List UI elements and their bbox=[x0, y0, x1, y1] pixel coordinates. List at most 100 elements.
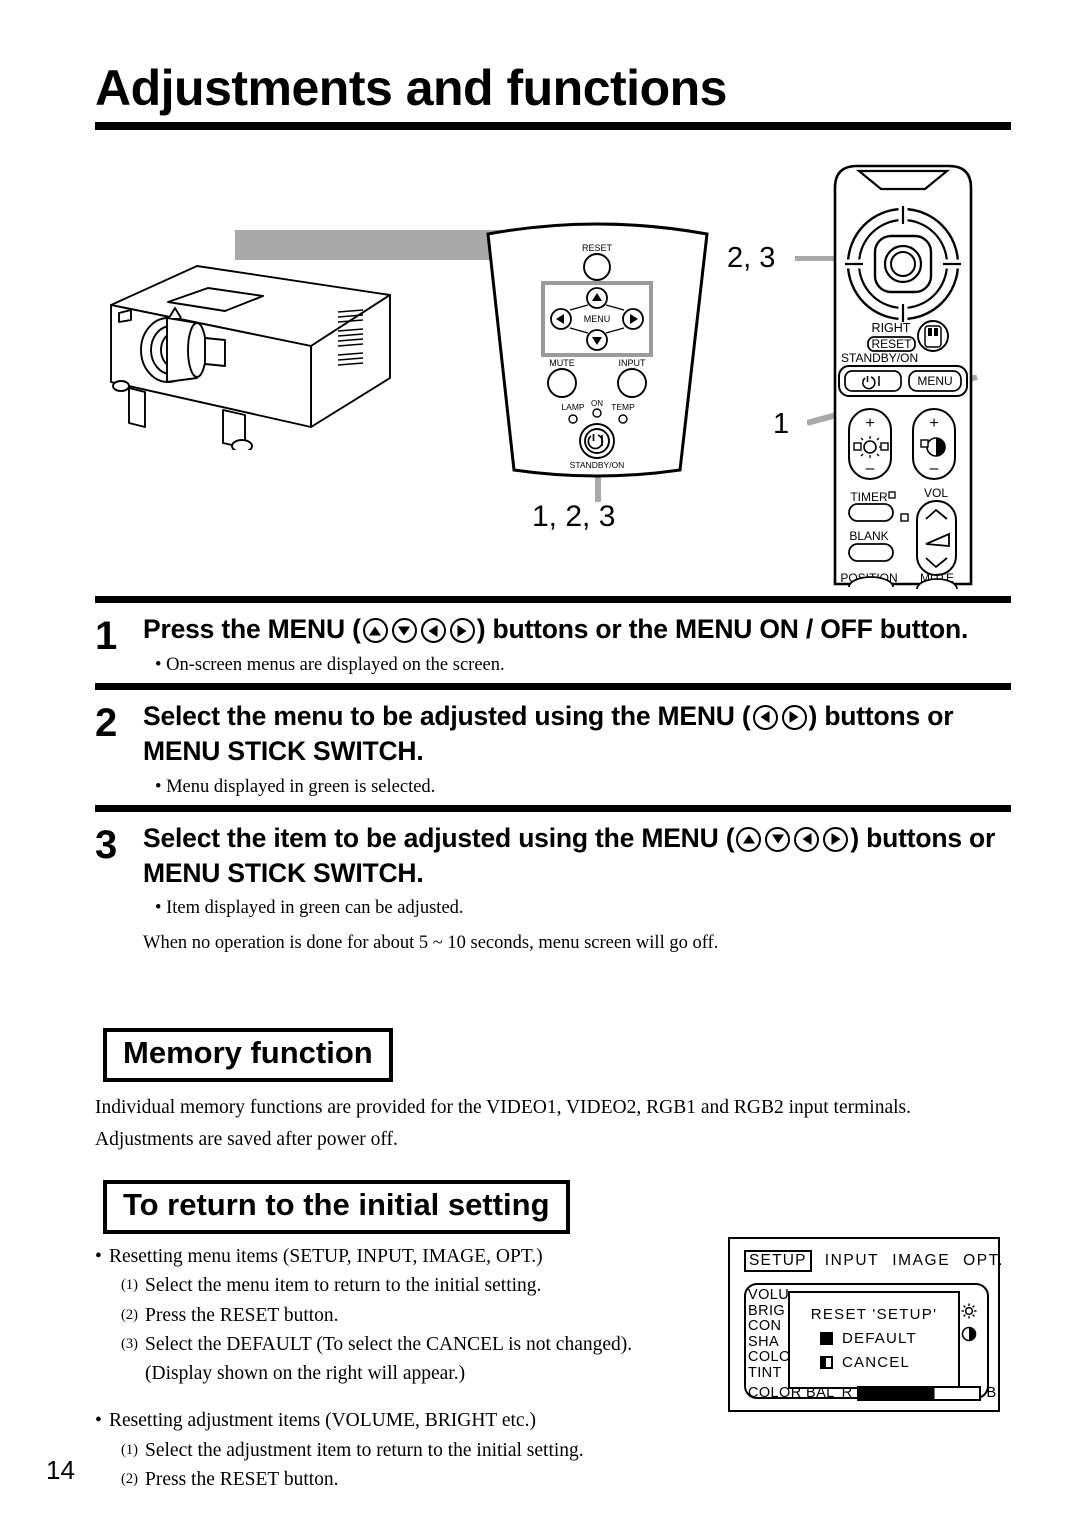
reset-adjustment-items-text: Resetting adjustment items (VOLUME, BRIG… bbox=[109, 1410, 536, 1432]
svg-text:MENU: MENU bbox=[917, 374, 952, 388]
step-3: 3 Select the item to be adjusted using t… bbox=[95, 812, 1011, 962]
title-divider bbox=[95, 121, 1011, 130]
step-2: 2 Select the menu to be adjusted using t… bbox=[95, 690, 1011, 805]
step-3-number: 3 bbox=[95, 822, 118, 867]
reset-adjustment-step-2: (2) Press the RESET button. bbox=[121, 1465, 725, 1494]
left-arrow-icon bbox=[752, 704, 778, 730]
step-1-text-b: ) buttons or the MENU ON / OFF button. bbox=[476, 614, 969, 644]
step-1: 1 Press the MENU () buttons or the MENU … bbox=[95, 603, 1011, 683]
step-divider-1 bbox=[95, 682, 1011, 690]
osd-tab-bar: SETUP INPUT IMAGE OPT. bbox=[744, 1250, 1002, 1272]
down-arrow-icon bbox=[391, 618, 417, 643]
page-header: Adjustments and functions bbox=[95, 62, 1011, 130]
left-arrow-icon bbox=[794, 826, 820, 852]
bullet-glyph: • bbox=[95, 1246, 102, 1267]
svg-text:RIGHT: RIGHT bbox=[872, 321, 911, 335]
initial-setting-instructions: • Resetting menu items (SETUP, INPUT, IMA… bbox=[95, 1240, 725, 1494]
osd-menu-item-tint: TINT bbox=[748, 1364, 782, 1381]
step-1-note: • On-screen menus are displayed on the s… bbox=[155, 654, 505, 675]
svg-text:–: – bbox=[866, 460, 875, 477]
page-number: 14 bbox=[46, 1455, 75, 1485]
brightness-icon bbox=[961, 1303, 977, 1319]
osd-color-balance-right-label: B bbox=[986, 1385, 997, 1401]
svg-text:ON: ON bbox=[591, 399, 603, 408]
memory-paragraph-1: Individual memory functions are provided… bbox=[95, 1097, 911, 1118]
svg-text:TIMER: TIMER bbox=[850, 490, 888, 504]
osd-tab-image: IMAGE bbox=[892, 1252, 951, 1269]
step-3-heading: Select the item to be adjusted using the… bbox=[143, 821, 1011, 891]
memory-paragraph-2: Adjustments are saved after power off. bbox=[95, 1128, 398, 1150]
svg-text:STANDBY/ON: STANDBY/ON bbox=[841, 351, 918, 365]
step-2-heading: Select the menu to be adjusted using the… bbox=[143, 699, 1011, 769]
initial-setting-heading: To return to the initial setting bbox=[103, 1180, 570, 1234]
reset-adjustment-step-1-number: (1) bbox=[121, 1441, 138, 1458]
reset-menu-step-1: (1) Select the menu item to return to th… bbox=[121, 1271, 725, 1300]
reset-menu-items-bullet: • Resetting menu items (SETUP, INPUT, IMA… bbox=[95, 1242, 725, 1271]
osd-menu-item-sharpness: SHA bbox=[748, 1333, 780, 1350]
reset-menu-step-2: (2) Press the RESET button. bbox=[121, 1301, 725, 1330]
callout-remote-stick: 2, 3 bbox=[727, 242, 776, 274]
step-3-note: • Item displayed in green can be adjuste… bbox=[155, 898, 464, 919]
reset-menu-step-1-text: Select the menu item to return to the in… bbox=[145, 1275, 542, 1297]
reset-menu-step-3-text: Select the DEFAULT (To select the CANCEL… bbox=[145, 1333, 633, 1355]
down-arrow-icon bbox=[765, 826, 791, 852]
svg-text:RESET: RESET bbox=[871, 337, 912, 351]
svg-text:STANDBY/ON: STANDBY/ON bbox=[570, 460, 625, 470]
osd-reset-dialog: RESET 'SETUP' DEFAULT CANCEL bbox=[788, 1291, 960, 1389]
osd-option-default[interactable]: DEFAULT bbox=[820, 1330, 958, 1347]
osd-menu-item-color: COLO bbox=[748, 1349, 791, 1366]
svg-text:INPUT: INPUT bbox=[619, 358, 647, 368]
reset-menu-items-text: Resetting menu items (SETUP, INPUT, IMAG… bbox=[109, 1246, 543, 1267]
reset-adjustment-items-bullet: • Resetting adjustment items (VOLUME, BRI… bbox=[95, 1406, 725, 1435]
svg-text:MENU: MENU bbox=[584, 314, 611, 324]
right-arrow-icon bbox=[823, 826, 849, 852]
right-arrow-icon bbox=[449, 618, 475, 643]
osd-menu-item-contrast: CON bbox=[748, 1318, 782, 1335]
reset-adjustment-step-2-number: (2) bbox=[121, 1470, 138, 1487]
step-3-text-a: Select the item to be adjusted using the… bbox=[143, 822, 735, 853]
svg-text:+: + bbox=[929, 415, 938, 432]
svg-text:TEMP: TEMP bbox=[611, 402, 635, 412]
manual-page: Adjustments and functions RESET MENU MUT… bbox=[0, 0, 1080, 1528]
svg-text:BLANK: BLANK bbox=[849, 529, 888, 543]
osd-tab-opt: OPT. bbox=[963, 1252, 1004, 1269]
osd-color-balance-left-label: R bbox=[841, 1385, 853, 1401]
memory-function-body: Individual memory functions are provided… bbox=[95, 1092, 1011, 1155]
osd-tab-setup: SETUP bbox=[744, 1250, 812, 1272]
projector-illustration bbox=[110, 265, 391, 450]
step-1-heading: Press the MENU ( ) buttons or the MENU ON… bbox=[143, 612, 1011, 647]
osd-dialog-title: RESET 'SETUP' bbox=[810, 1306, 938, 1323]
osd-color-balance-label: COLOR BAL bbox=[748, 1385, 835, 1401]
page-title: Adjustments and functions bbox=[95, 60, 727, 116]
step-divider-2 bbox=[95, 804, 1011, 812]
svg-text:RESET: RESET bbox=[582, 243, 613, 253]
osd-option-cancel[interactable]: CANCEL bbox=[820, 1354, 958, 1371]
figure-illustrations: RESET MENU MUTE INPUT LAMP ON TEMP STAND… bbox=[95, 150, 1011, 590]
svg-text:+: + bbox=[865, 415, 874, 432]
osd-color-balance-row: COLOR BAL R B bbox=[748, 1385, 997, 1401]
step-3-timeout-note: When no operation is done for about 5 ~ … bbox=[143, 933, 719, 954]
callout-remote-menu: 1 bbox=[773, 408, 790, 440]
step-1-text-a: Press the MENU ( bbox=[143, 614, 361, 644]
step-2-text-a: Select the menu to be adjusted using the… bbox=[143, 700, 751, 731]
osd-option-default-label: DEFAULT bbox=[842, 1330, 917, 1347]
contrast-icon bbox=[961, 1326, 977, 1342]
reset-menu-step-2-text: Press the RESET button. bbox=[145, 1304, 339, 1326]
bullet-glyph: • bbox=[95, 1410, 102, 1432]
reset-adjustment-step-1-text: Select the adjustment item to return to … bbox=[145, 1439, 584, 1461]
osd-menu-item-volume: VOLU bbox=[748, 1287, 790, 1303]
up-arrow-icon bbox=[362, 618, 388, 643]
svg-text:MUTE: MUTE bbox=[549, 358, 575, 368]
left-arrow-icon bbox=[420, 618, 446, 643]
svg-text:VOL: VOL bbox=[924, 486, 948, 500]
step-divider-top bbox=[95, 596, 1011, 603]
svg-text:–: – bbox=[930, 460, 939, 477]
osd-icon-column bbox=[961, 1303, 977, 1342]
osd-option-cancel-label: CANCEL bbox=[842, 1354, 911, 1371]
reset-menu-step-1-number: (1) bbox=[121, 1277, 138, 1294]
reset-menu-step-2-number: (2) bbox=[121, 1306, 138, 1323]
up-arrow-icon bbox=[736, 826, 762, 852]
radio-unselected-icon bbox=[820, 1356, 833, 1369]
osd-menu-item-bright: BRIG bbox=[748, 1302, 786, 1319]
osd-color-balance-slider[interactable] bbox=[857, 1385, 982, 1401]
